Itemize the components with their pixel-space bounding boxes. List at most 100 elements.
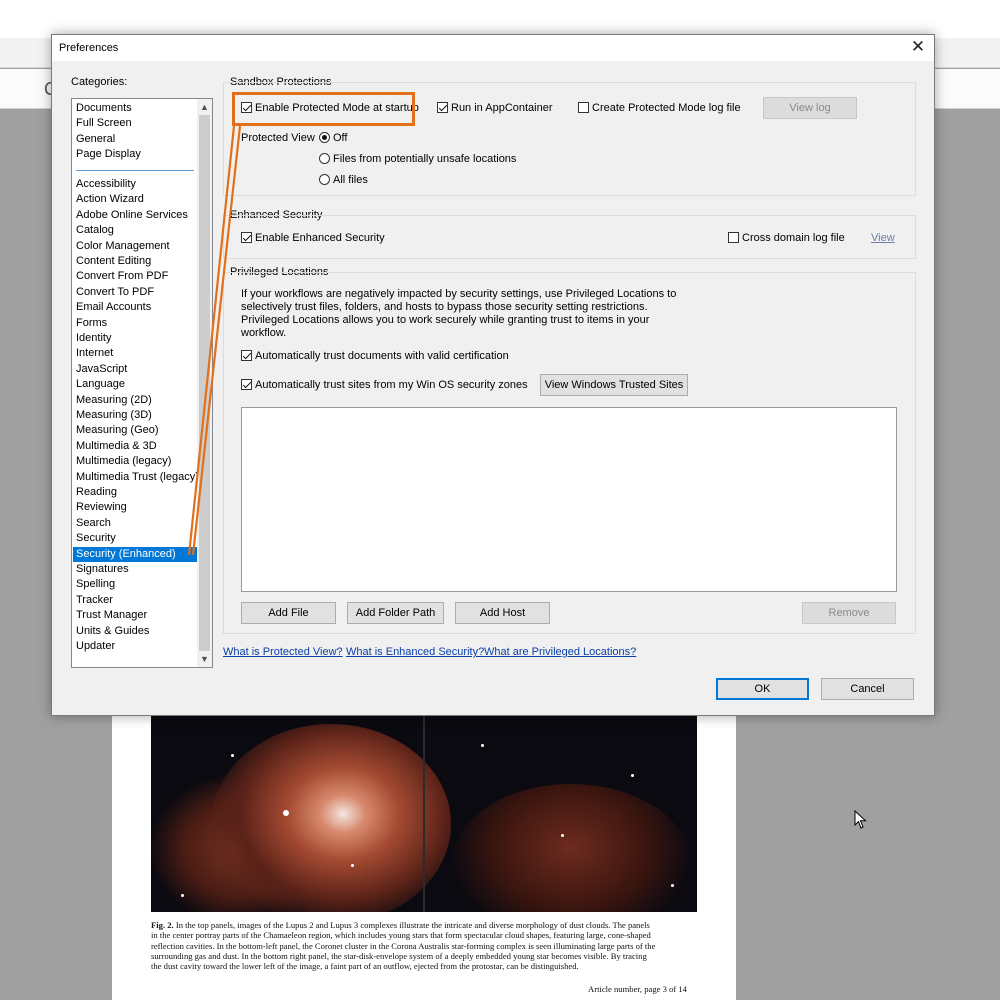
category-item[interactable]: Search xyxy=(73,516,197,531)
add-file-button[interactable]: Add File xyxy=(241,602,336,624)
category-item[interactable]: Multimedia & 3D xyxy=(73,439,197,454)
enhanced-security-checkbox[interactable]: Enable Enhanced Security xyxy=(241,232,385,245)
category-item[interactable]: Measuring (2D) xyxy=(73,393,197,408)
dialog-titlebar[interactable]: Preferences ✕ xyxy=(52,35,934,61)
scroll-up-icon[interactable]: ▲ xyxy=(197,99,212,114)
document-page: Fig. 2. In the top panels, images of the… xyxy=(112,700,736,1000)
cancel-button[interactable]: Cancel xyxy=(821,678,914,700)
privileged-locations-help-link[interactable]: What are Privileged Locations? xyxy=(484,646,636,658)
category-item[interactable]: Multimedia (legacy) xyxy=(73,454,197,469)
trust-certified-label: Automatically trust documents with valid… xyxy=(255,350,509,362)
category-item-selected[interactable]: Security (Enhanced) xyxy=(73,546,197,562)
app-container-label: Run in AppContainer xyxy=(451,102,553,114)
category-item[interactable]: Reviewing xyxy=(73,500,197,515)
log-file-label: Create Protected Mode log file xyxy=(592,102,741,114)
description-line: Privileged Locations allows you to work … xyxy=(241,314,650,326)
pv-all-label: All files xyxy=(333,174,368,186)
category-item[interactable]: Security xyxy=(73,531,197,546)
mouse-cursor-icon xyxy=(854,810,867,829)
cross-domain-check[interactable] xyxy=(728,232,739,243)
category-item[interactable]: Action Wizard xyxy=(73,192,197,207)
cross-domain-label: Cross domain log file xyxy=(742,232,845,244)
category-item[interactable]: Documents xyxy=(73,101,197,116)
pv-unsafe-dot[interactable] xyxy=(319,153,330,164)
category-item[interactable]: Catalog xyxy=(73,223,197,238)
category-item[interactable]: Multimedia Trust (legacy) xyxy=(73,470,199,485)
category-item[interactable]: Adobe Online Services xyxy=(73,208,197,223)
privileged-locations-list[interactable] xyxy=(241,407,897,592)
view-log-button[interactable]: View log xyxy=(763,97,857,119)
category-item[interactable]: Measuring (3D) xyxy=(73,408,197,423)
pv-all-radio[interactable]: All files xyxy=(319,174,368,187)
category-item[interactable]: Accessibility xyxy=(73,177,197,192)
categories-scrollbar[interactable]: ▲ ▼ xyxy=(197,99,212,667)
description-line: If your workflows are negatively impacte… xyxy=(241,288,677,300)
page-number: Article number, page 3 of 14 xyxy=(588,984,687,994)
category-item[interactable]: Trust Manager xyxy=(73,608,197,623)
privileged-description: If your workflows are negatively impacte… xyxy=(241,288,676,340)
nebula-figure xyxy=(151,714,697,912)
category-item[interactable]: Reading xyxy=(73,485,197,500)
category-item[interactable]: Signatures xyxy=(73,562,197,577)
add-host-button[interactable]: Add Host xyxy=(455,602,550,624)
log-file-check[interactable] xyxy=(578,102,589,113)
category-item[interactable]: Identity xyxy=(73,331,197,346)
category-item[interactable]: Tracker xyxy=(73,593,197,608)
description-line: selectively trust files, folders, and ho… xyxy=(241,301,648,313)
log-file-checkbox[interactable]: Create Protected Mode log file xyxy=(578,102,741,115)
category-item[interactable]: Internet xyxy=(73,346,197,361)
remove-button[interactable]: Remove xyxy=(802,602,896,624)
dialog-title: Preferences xyxy=(59,42,119,54)
category-item[interactable]: Color Management xyxy=(73,239,197,254)
category-item[interactable]: Full Screen xyxy=(73,116,197,131)
view-cross-domain-link[interactable]: View xyxy=(871,232,895,244)
category-item[interactable]: General xyxy=(73,132,197,147)
category-item[interactable]: JavaScript xyxy=(73,362,197,377)
category-item[interactable]: Forms xyxy=(73,316,197,331)
category-item[interactable]: Convert From PDF xyxy=(73,269,197,284)
category-item[interactable]: Email Accounts xyxy=(73,300,197,315)
category-item[interactable]: Content Editing xyxy=(73,254,197,269)
enhanced-security-label: Enable Enhanced Security xyxy=(255,232,385,244)
caption-line: the dust cavity toward the lower left of… xyxy=(151,961,579,972)
enhanced-security-help-link[interactable]: What is Enhanced Security? xyxy=(346,646,484,658)
scroll-down-icon[interactable]: ▼ xyxy=(197,652,212,667)
ok-button[interactable]: OK xyxy=(716,678,809,700)
preferences-dialog: Preferences ✕ Categories: Documents Full … xyxy=(51,34,935,716)
category-item[interactable]: Convert To PDF xyxy=(73,285,197,300)
figure-caption: Fig. 2. In the top panels, images of the… xyxy=(151,920,697,971)
category-item[interactable]: Language xyxy=(73,377,197,392)
pv-unsafe-radio[interactable]: Files from potentially unsafe locations xyxy=(319,153,516,166)
pv-all-dot[interactable] xyxy=(319,174,330,185)
categories-label: Categories: xyxy=(71,76,128,88)
trust-sites-checkbox[interactable]: Automatically trust sites from my Win OS… xyxy=(241,379,528,392)
trust-certified-check[interactable] xyxy=(241,350,252,361)
protected-view-label: Protected View xyxy=(241,132,315,144)
category-item[interactable]: Units & Guides xyxy=(73,624,197,639)
highlight-frame xyxy=(232,92,415,126)
categories-separator xyxy=(76,170,194,171)
view-trusted-sites-button[interactable]: View Windows Trusted Sites xyxy=(540,374,688,396)
category-item[interactable]: Spelling xyxy=(73,577,197,592)
pv-off-dot[interactable] xyxy=(319,132,330,143)
trust-sites-label: Automatically trust sites from my Win OS… xyxy=(255,379,528,391)
caption-line: In the top panels, images of the Lupus 2… xyxy=(175,920,650,930)
caption-line: surrounding gas and dust. In the bottom … xyxy=(151,950,647,961)
protected-view-help-link[interactable]: What is Protected View? xyxy=(223,646,343,658)
close-icon[interactable]: ✕ xyxy=(908,37,928,57)
enhanced-security-check[interactable] xyxy=(241,232,252,243)
category-item[interactable]: Page Display xyxy=(73,147,197,162)
app-container-check[interactable] xyxy=(437,102,448,113)
category-item[interactable]: Measuring (Geo) xyxy=(73,423,197,438)
cross-domain-checkbox[interactable]: Cross domain log file xyxy=(728,232,845,245)
pv-off-radio[interactable]: Off xyxy=(319,132,347,145)
trust-sites-check[interactable] xyxy=(241,379,252,390)
pv-off-label: Off xyxy=(333,132,348,144)
app-container-checkbox[interactable]: Run in AppContainer xyxy=(437,102,553,115)
category-item[interactable]: Updater xyxy=(73,639,197,654)
trust-certified-checkbox[interactable]: Automatically trust documents with valid… xyxy=(241,350,509,363)
scroll-thumb[interactable] xyxy=(199,115,210,651)
pv-unsafe-label: Files from potentially unsafe locations xyxy=(333,153,517,165)
add-folder-path-button[interactable]: Add Folder Path xyxy=(347,602,444,624)
categories-list[interactable]: Documents Full Screen General Page Display … xyxy=(71,98,213,668)
